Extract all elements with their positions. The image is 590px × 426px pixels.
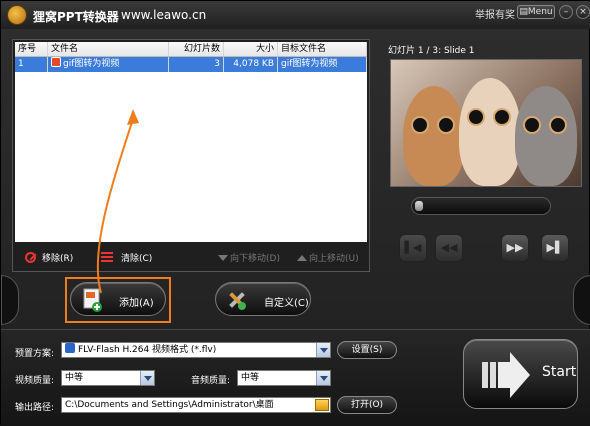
table-header: 序号 文件名 幻灯片数 大小 目标文件名 bbox=[15, 42, 367, 57]
move-down-button[interactable]: 向下移动(D) bbox=[218, 251, 280, 264]
chevron-down-icon bbox=[140, 371, 154, 385]
table-row[interactable]: 1 gif图转为视频 3 4,078 KB gif图转为视频 bbox=[15, 57, 367, 72]
kitten-eye bbox=[549, 116, 567, 134]
clear-button[interactable]: 清除(C) bbox=[101, 251, 152, 264]
clear-icon bbox=[101, 252, 113, 262]
move-up-icon bbox=[297, 255, 307, 261]
kitten-eye bbox=[411, 116, 429, 134]
seek-slider[interactable] bbox=[411, 197, 551, 215]
start-arrow-icon bbox=[482, 352, 530, 398]
format-icon bbox=[65, 343, 75, 353]
menu-icon: ▤ bbox=[519, 7, 528, 17]
minimize-button[interactable]: – bbox=[559, 5, 573, 19]
folder-icon[interactable] bbox=[315, 399, 329, 411]
output-path-value: C:\Documents and Settings\Administrator\… bbox=[65, 400, 274, 410]
output-path-input[interactable]: C:\Documents and Settings\Administrator\… bbox=[61, 397, 331, 413]
menu-button-label: Menu bbox=[527, 7, 553, 17]
audio-quality-select[interactable]: 中等 bbox=[237, 370, 331, 386]
start-button-label: Start bbox=[542, 364, 577, 380]
report-link[interactable]: 举报有奖 bbox=[475, 6, 515, 21]
kitten-eye bbox=[493, 108, 511, 126]
row-target: gif图转为视频 bbox=[278, 57, 367, 72]
app-logo-icon bbox=[7, 5, 27, 25]
column-header-size[interactable]: 大小 bbox=[224, 42, 278, 56]
chevron-down-icon bbox=[316, 371, 330, 385]
slide-label: 幻灯片 1 / 3: Slide 1 bbox=[388, 46, 475, 56]
file-table[interactable]: 序号 文件名 幻灯片数 大小 目标文件名 1 gif图转为视频 3 4,078 … bbox=[15, 42, 367, 242]
rewind-icon: ◀◀ bbox=[440, 241, 458, 254]
file-list-panel: 序号 文件名 幻灯片数 大小 目标文件名 1 gif图转为视频 3 4,078 … bbox=[12, 39, 370, 272]
audio-quality-label: 音频质量: bbox=[191, 376, 231, 386]
settings-button[interactable]: 设置(S) bbox=[337, 341, 397, 359]
preset-select[interactable]: FLV-Flash H.264 视频格式 (*.flv) bbox=[61, 342, 331, 358]
app-url[interactable]: www.leawo.cn bbox=[121, 8, 206, 22]
skip-forward-icon: ▶▌ bbox=[546, 241, 564, 254]
start-button[interactable]: Start bbox=[463, 339, 578, 409]
column-header-filename[interactable]: 文件名 bbox=[48, 42, 169, 56]
app-window: 狸窝PPT转换器 www.leawo.cn 举报有奖 ▤Menu – × 序号 … bbox=[0, 0, 590, 426]
kitten-gray bbox=[515, 86, 577, 186]
video-quality-value: 中等 bbox=[65, 373, 84, 383]
left-knob bbox=[1, 275, 19, 325]
kitten-orange bbox=[403, 86, 465, 186]
fast-forward-icon: ▶▶ bbox=[506, 241, 524, 254]
preset-label: 预置方案: bbox=[15, 349, 55, 359]
add-button-label: 添加(A) bbox=[119, 298, 154, 309]
clear-label: 清除(C) bbox=[121, 254, 153, 264]
preview-panel: 幻灯片 1 / 3: Slide 1 ▌◀ ◀◀ ▶▶ ▶▌ bbox=[383, 39, 588, 275]
row-index: 1 bbox=[15, 57, 48, 72]
video-quality-label: 视频质量: bbox=[15, 376, 55, 386]
kitten-eye bbox=[467, 108, 485, 126]
move-up-label: 向上移动(U) bbox=[309, 254, 359, 264]
column-header-index[interactable]: 序号 bbox=[15, 42, 48, 56]
add-file-icon bbox=[83, 288, 102, 312]
chevron-down-icon bbox=[316, 343, 330, 357]
fast-forward-button[interactable]: ▶▶ bbox=[501, 234, 529, 262]
seek-thumb[interactable] bbox=[415, 201, 423, 211]
next-slide-button[interactable]: ▶▌ bbox=[541, 234, 569, 262]
row-filename: gif图转为视频 bbox=[63, 59, 120, 69]
minimize-icon: – bbox=[563, 7, 569, 17]
move-down-icon bbox=[218, 255, 228, 261]
row-slides: 3 bbox=[169, 57, 224, 72]
customize-button-label: 自定义(C) bbox=[264, 298, 309, 309]
list-action-bar: 移除(R) 清除(C) 向下移动(D) 向上移动(U) bbox=[13, 248, 369, 268]
row-size: 4,078 KB bbox=[224, 57, 278, 72]
kitten-white bbox=[459, 78, 521, 186]
prev-slide-button[interactable]: ▌◀ bbox=[399, 234, 427, 262]
close-button[interactable]: × bbox=[576, 5, 590, 19]
audio-quality-value: 中等 bbox=[241, 373, 260, 383]
right-knob bbox=[573, 275, 590, 325]
open-button[interactable]: 打开(O) bbox=[337, 396, 397, 414]
close-icon: × bbox=[579, 7, 587, 17]
column-header-slides[interactable]: 幻灯片数 bbox=[169, 42, 224, 56]
tools-icon bbox=[229, 292, 246, 310]
add-button[interactable]: 添加(A) bbox=[70, 282, 166, 316]
remove-icon bbox=[25, 252, 36, 263]
remove-label: 移除(R) bbox=[42, 254, 74, 264]
column-header-target[interactable]: 目标文件名 bbox=[278, 42, 367, 56]
ppt-file-icon bbox=[51, 57, 61, 67]
row-filename-cell: gif图转为视频 bbox=[48, 57, 169, 72]
output-label: 输出路径: bbox=[15, 403, 55, 413]
title-bar: 狸窝PPT转换器 www.leawo.cn 举报有奖 ▤Menu – × bbox=[1, 1, 590, 29]
customize-button[interactable]: 自定义(C) bbox=[215, 282, 311, 316]
skip-back-icon: ▌◀ bbox=[404, 241, 422, 254]
video-quality-select[interactable]: 中等 bbox=[61, 370, 155, 386]
move-up-button[interactable]: 向上移动(U) bbox=[297, 251, 359, 264]
menu-button[interactable]: ▤Menu bbox=[517, 5, 555, 19]
app-title: 狸窝PPT转换器 bbox=[33, 10, 119, 24]
rewind-button[interactable]: ◀◀ bbox=[435, 234, 463, 262]
remove-button[interactable]: 移除(R) bbox=[25, 251, 73, 264]
preset-value: FLV-Flash H.264 视频格式 (*.flv) bbox=[78, 345, 217, 355]
slide-preview-image bbox=[390, 59, 582, 187]
kitten-eye bbox=[437, 116, 455, 134]
move-down-label: 向下移动(D) bbox=[230, 254, 280, 264]
kitten-eye bbox=[523, 116, 541, 134]
